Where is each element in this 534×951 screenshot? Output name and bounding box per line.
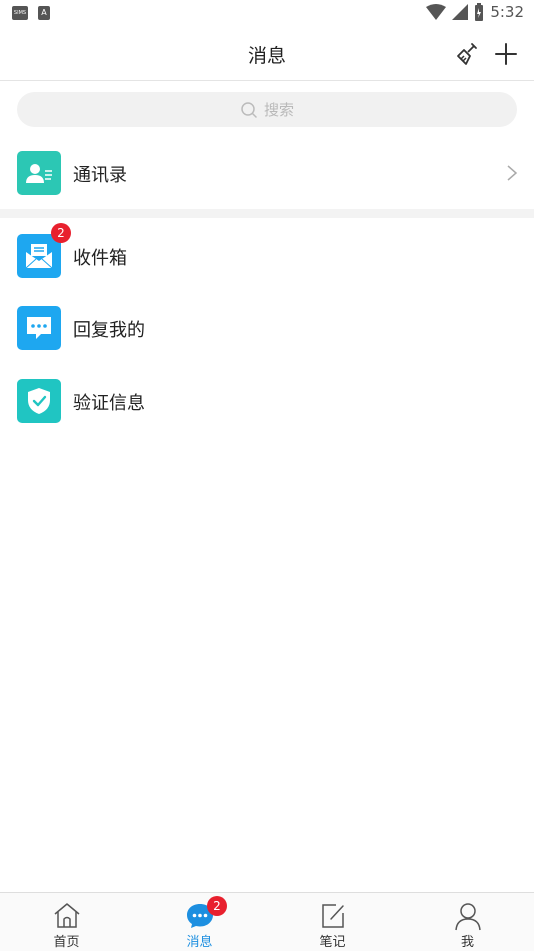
contacts-label: 通讯录	[73, 165, 127, 186]
plus-icon	[495, 43, 517, 65]
broom-icon	[457, 43, 477, 65]
person-icon	[454, 903, 481, 931]
tab-home-label: 首页	[53, 935, 80, 950]
a-notification-icon: A	[38, 6, 50, 20]
inbox-label: 收件箱	[73, 248, 127, 269]
wifi-icon	[426, 4, 447, 20]
search-placeholder: 搜索	[263, 101, 294, 119]
contacts-row[interactable]: 通讯录	[0, 137, 534, 209]
inbox-row[interactable]: 2 收件箱	[0, 220, 534, 292]
note-icon	[321, 904, 344, 928]
status-time: 5:32	[490, 3, 524, 21]
header: 消息	[0, 28, 534, 81]
chevron-right-icon	[507, 165, 518, 181]
signal-icon	[452, 4, 469, 20]
home-icon	[54, 903, 79, 928]
inbox-badge: 2	[51, 223, 71, 243]
clear-broom-button[interactable]	[454, 40, 482, 68]
replies-row[interactable]: 回复我的	[0, 292, 534, 364]
replies-label: 回复我的	[73, 320, 145, 341]
shield-check-icon	[17, 379, 61, 423]
tab-home[interactable]: 首页	[0, 893, 133, 951]
battery-icon	[475, 3, 484, 21]
status-bar: SIMS A 5:32	[0, 0, 534, 28]
search-bar[interactable]: 搜索	[17, 92, 517, 127]
verification-row[interactable]: 验证信息	[0, 365, 534, 437]
tab-notes-label: 笔记	[319, 935, 346, 950]
tab-me-label: 我	[460, 935, 474, 950]
chat-bubble-icon	[17, 306, 61, 350]
search-icon	[241, 101, 257, 118]
verification-label: 验证信息	[73, 393, 145, 414]
add-button[interactable]	[492, 40, 520, 68]
tab-messages-label: 消息	[186, 935, 213, 950]
sim-icon: SIMS	[12, 6, 28, 20]
tab-me[interactable]: 我	[401, 893, 534, 951]
messages-tab-badge: 2	[207, 896, 227, 916]
section-divider	[0, 209, 534, 218]
contacts-icon	[17, 151, 61, 195]
tab-messages[interactable]: 2 消息	[133, 893, 266, 951]
bottom-nav: 首页 2 消息 笔记 我	[0, 892, 534, 951]
tab-notes[interactable]: 笔记	[266, 893, 399, 951]
